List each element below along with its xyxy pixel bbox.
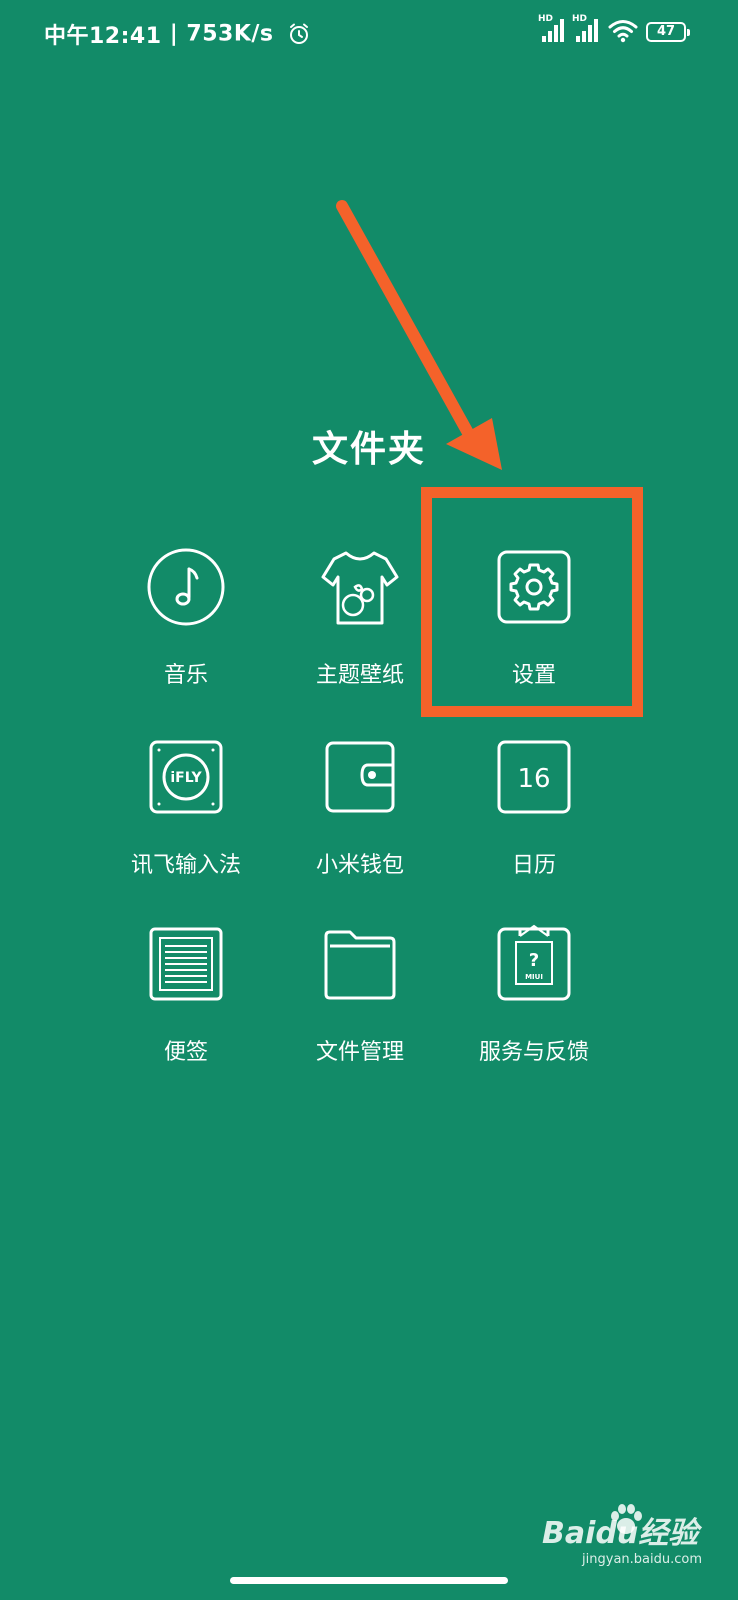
- app-label: 服务与反馈: [478, 1040, 589, 1065]
- app-file-manager[interactable]: 文件管理: [280, 924, 440, 1066]
- app-label: 小米钱包: [315, 853, 404, 878]
- watermark-url: jingyan.baidu.com: [582, 1552, 702, 1567]
- app-label: 讯飞输入法: [130, 853, 241, 878]
- app-label: 文件管理: [315, 1040, 404, 1065]
- miui-text: MIUI: [525, 973, 543, 981]
- ifly-icon: iFLY: [149, 740, 223, 814]
- ifly-icon-text: iFLY: [170, 770, 202, 786]
- wallet-icon: [325, 741, 395, 813]
- watermark-brand: Baidu经验: [542, 1516, 699, 1551]
- app-calendar[interactable]: 16 日历: [454, 737, 614, 879]
- home-indicator[interactable]: [230, 1577, 508, 1584]
- app-label: 主题壁纸: [315, 663, 404, 688]
- watermark: Baidu经验 jingyan.baidu.com: [542, 1504, 702, 1572]
- calendar-icon: 16: [497, 740, 571, 814]
- app-label: 音乐: [163, 663, 208, 688]
- calendar-day-text: 16: [517, 764, 550, 794]
- annotation-highlight-box: [421, 487, 643, 717]
- app-label: 便签: [163, 1040, 208, 1065]
- folder-icon: [324, 930, 396, 1000]
- app-service-feedback[interactable]: ? MIUI 服务与反馈: [454, 924, 614, 1066]
- notes-icon: [149, 927, 223, 1001]
- app-label: 日历: [511, 853, 556, 878]
- app-ifly-input[interactable]: iFLY 讯飞输入法: [106, 737, 266, 879]
- service-feedback-icon: ? MIUI: [497, 924, 571, 1001]
- app-notes[interactable]: 便签: [106, 924, 266, 1066]
- app-mi-wallet[interactable]: 小米钱包: [280, 737, 440, 879]
- question-mark-text: ?: [529, 950, 539, 971]
